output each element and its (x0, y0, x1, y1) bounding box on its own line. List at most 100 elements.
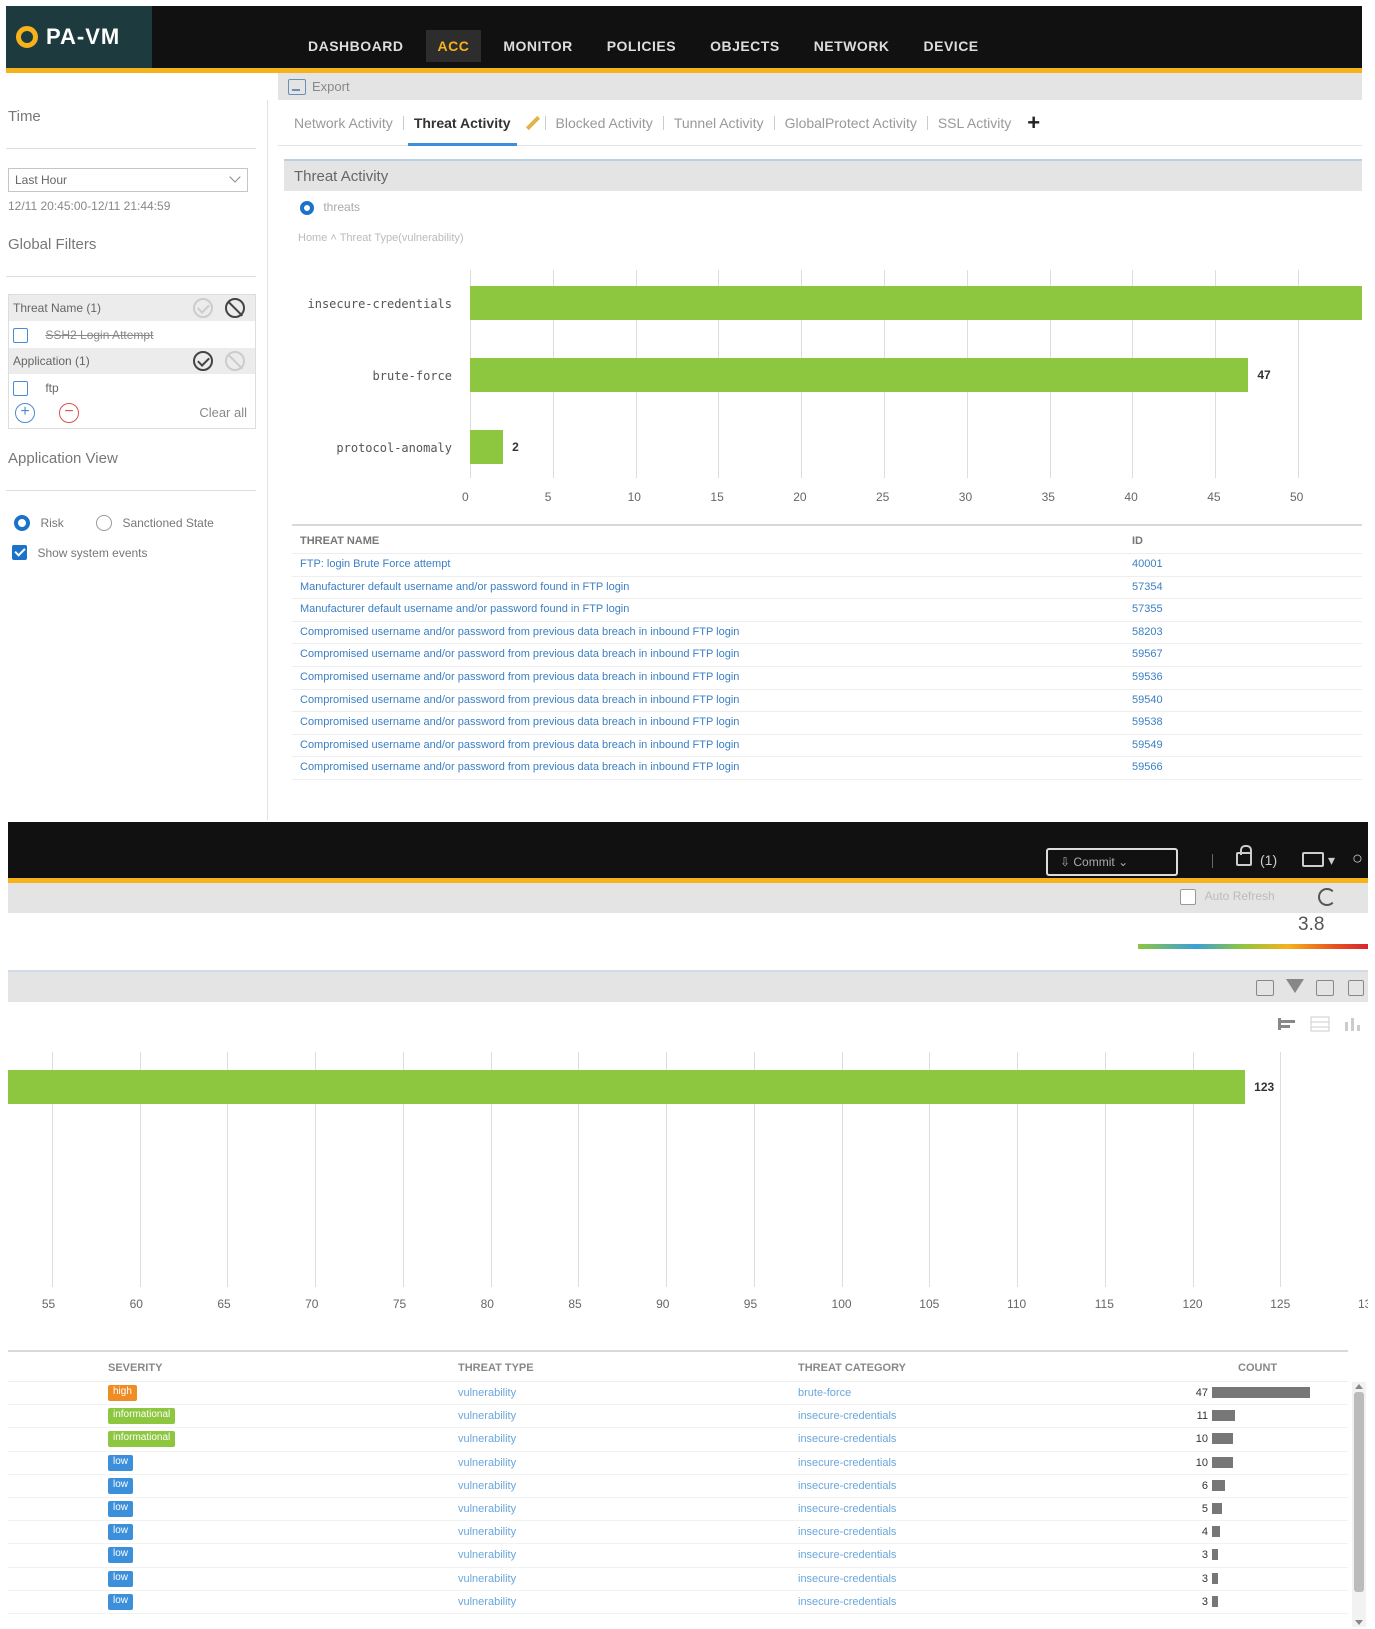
bar-protocol-anomaly[interactable] (470, 430, 504, 464)
table-row[interactable]: Manufacturer default username and/or pas… (292, 577, 1362, 600)
table-row[interactable]: Compromised username and/or password fro… (292, 644, 1362, 667)
col-threat-type[interactable]: THREAT TYPE (458, 1362, 534, 1374)
col-threat-category[interactable]: THREAT CATEGORY (798, 1362, 906, 1374)
tab-globalprotect-activity[interactable]: GlobalProtect Activity (779, 100, 923, 146)
threat-name-link[interactable]: Compromised username and/or password fro… (300, 739, 739, 751)
nav-item-acc[interactable]: ACC (425, 30, 482, 62)
threat-type-link[interactable]: vulnerability (458, 1573, 516, 1585)
bar-chart-icon[interactable] (1278, 1016, 1298, 1032)
table-row[interactable]: low vulnerability insecure-credentials 4 (8, 1521, 1348, 1545)
tab-threat-activity[interactable]: Threat Activity (407, 100, 517, 146)
tab-network-activity[interactable]: Network Activity (288, 100, 399, 146)
breadcrumb-home[interactable]: Home (298, 232, 327, 244)
sanctioned-option[interactable]: Sanctioned State (96, 514, 214, 532)
threat-category-link[interactable]: insecure-credentials (798, 1433, 896, 1445)
nav-item-dashboard[interactable]: DASHBOARD (296, 30, 416, 62)
popout-icon[interactable] (1348, 980, 1364, 996)
threat-type-link[interactable]: vulnerability (458, 1526, 516, 1538)
filter-icon[interactable] (1286, 979, 1304, 993)
threat-category-link[interactable]: insecure-credentials (798, 1573, 896, 1585)
chevron-down-icon[interactable]: ▾ (1328, 852, 1335, 869)
col-severity[interactable]: SEVERITY (108, 1362, 162, 1374)
threat-type-link[interactable]: vulnerability (458, 1596, 516, 1608)
nav-item-network[interactable]: NETWORK (802, 30, 902, 62)
bar-insecure-credentials[interactable] (470, 286, 1362, 320)
jump-icon[interactable] (1256, 980, 1274, 996)
threat-name-link[interactable]: Compromised username and/or password fro… (300, 671, 739, 683)
threat-name-link[interactable]: Compromised username and/or password fro… (300, 694, 739, 706)
threat-category-link[interactable]: insecure-credentials (798, 1457, 896, 1469)
col-threat-name[interactable]: THREAT NAME (300, 535, 379, 547)
threat-name-link[interactable]: FTP: login Brute Force attempt (300, 558, 450, 570)
threat-category-link[interactable]: brute-force (798, 1387, 851, 1399)
threat-type-link[interactable]: vulnerability (458, 1410, 516, 1422)
threat-type-link[interactable]: vulnerability (458, 1503, 516, 1515)
table-row[interactable]: low vulnerability insecure-credentials 3 (8, 1591, 1348, 1614)
edit-pencil-icon[interactable] (525, 115, 540, 130)
threat-name-link[interactable]: Manufacturer default username and/or pas… (300, 581, 629, 593)
table-row[interactable]: low vulnerability insecure-credentials 3 (8, 1568, 1348, 1591)
risk-radio[interactable] (14, 514, 30, 531)
table-row[interactable]: low vulnerability insecure-credentials 3 (8, 1544, 1348, 1568)
scroll-thumb[interactable] (1354, 1392, 1364, 1592)
add-filter-icon[interactable]: + (15, 403, 35, 423)
block-circle-icon[interactable] (225, 298, 245, 318)
breadcrumb-filter[interactable]: Threat Type(vulnerability) (340, 232, 464, 244)
remove-filter-icon[interactable]: − (59, 403, 79, 423)
table-row[interactable]: Compromised username and/or password fro… (292, 712, 1362, 735)
table-view-icon[interactable] (1310, 1016, 1330, 1032)
commit-button[interactable]: ⇩ Commit ⌄ (1046, 848, 1178, 876)
tab-tunnel-activity[interactable]: Tunnel Activity (668, 100, 770, 146)
table-row[interactable]: low vulnerability insecure-credentials 5 (8, 1498, 1348, 1522)
table-row[interactable]: Compromised username and/or password fro… (292, 757, 1362, 780)
tab-ssl-activity[interactable]: SSL Activity (932, 100, 1017, 146)
table-row[interactable]: informational vulnerability insecure-crede… (8, 1405, 1348, 1429)
table-row[interactable]: FTP: login Brute Force attempt 40001 (292, 554, 1362, 577)
table-scrollbar[interactable] (1352, 1382, 1366, 1627)
threat-type-link[interactable]: vulnerability (458, 1480, 516, 1492)
scroll-down-icon[interactable] (1355, 1620, 1363, 1625)
table-row[interactable]: Manufacturer default username and/or pas… (292, 599, 1362, 622)
export-icon[interactable] (288, 78, 306, 95)
threat-category-link[interactable]: insecure-credentials (798, 1596, 896, 1608)
nav-item-policies[interactable]: POLICIES (595, 30, 688, 62)
time-select[interactable]: Last Hour (8, 168, 248, 192)
add-tab-icon[interactable]: + (1027, 110, 1040, 136)
threat-name-link[interactable]: Compromised username and/or password fro… (300, 626, 739, 638)
bar-brute-force[interactable] (470, 358, 1249, 392)
clear-all-button[interactable]: Clear all (199, 405, 247, 420)
threat-type-link[interactable]: vulnerability (458, 1457, 516, 1469)
check-circle-icon[interactable] (193, 298, 213, 318)
threat-name-link[interactable]: Compromised username and/or password fro… (300, 761, 739, 773)
col-count[interactable]: COUNT (1238, 1362, 1277, 1374)
tab-blocked-activity[interactable]: Blocked Activity (550, 100, 659, 146)
table-row[interactable]: low vulnerability insecure-credentials 10 (8, 1452, 1348, 1475)
threat-name-link[interactable]: Compromised username and/or password fro… (300, 648, 739, 660)
table-row[interactable]: Compromised username and/or password fro… (292, 690, 1362, 713)
lock-icon[interactable] (1236, 845, 1252, 866)
block-circle-icon[interactable] (225, 351, 245, 371)
sanctioned-radio[interactable] (96, 514, 112, 531)
threat-type-link[interactable]: vulnerability (458, 1549, 516, 1561)
col-id[interactable]: ID (1132, 535, 1143, 547)
table-row[interactable]: Compromised username and/or password fro… (292, 667, 1362, 690)
table-row[interactable]: Compromised username and/or password fro… (292, 735, 1362, 758)
config-icon[interactable] (1302, 852, 1324, 867)
threat-name-link[interactable]: Manufacturer default username and/or pas… (300, 603, 629, 615)
auto-refresh-checkbox[interactable] (1180, 889, 1196, 905)
show-system-events-option[interactable]: Show system events (12, 544, 148, 562)
table-row[interactable]: Compromised username and/or password fro… (292, 622, 1362, 645)
threats-radio[interactable] (300, 200, 314, 215)
nav-item-device[interactable]: DEVICE (912, 30, 991, 62)
nav-item-monitor[interactable]: MONITOR (491, 30, 584, 62)
auto-refresh-option[interactable]: Auto Refresh (1180, 889, 1275, 905)
nav-item-objects[interactable]: OBJECTS (698, 30, 792, 62)
table-row[interactable]: low vulnerability insecure-credentials 6 (8, 1475, 1348, 1498)
threat-category-link[interactable]: insecure-credentials (798, 1526, 896, 1538)
columns-icon[interactable] (1316, 980, 1334, 996)
scroll-up-icon[interactable] (1355, 1384, 1363, 1389)
refresh-icon[interactable] (1318, 888, 1336, 906)
threat-category-link[interactable]: insecure-credentials (798, 1503, 896, 1515)
threats-radio-option[interactable]: threats (300, 200, 360, 215)
check-circle-icon[interactable] (193, 351, 213, 371)
